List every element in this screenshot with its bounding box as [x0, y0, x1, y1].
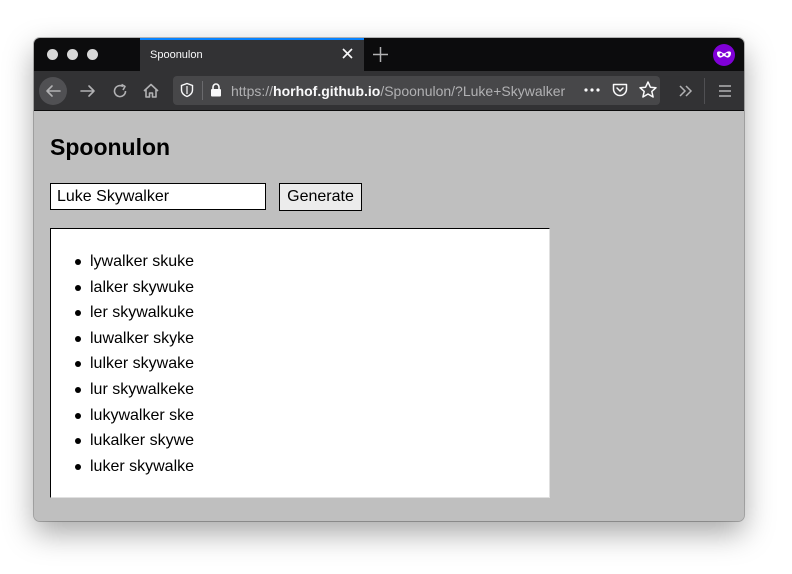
reload-icon[interactable]: [106, 77, 134, 105]
url-bar[interactable]: https://horhof.github.io/Spoonulon/?Luke…: [173, 76, 660, 105]
bookmark-star-icon[interactable]: [638, 80, 658, 100]
toolbar-divider: [704, 78, 705, 104]
back-arrow-icon[interactable]: [39, 77, 67, 105]
new-tab-plus-icon[interactable]: [372, 46, 389, 63]
result-item: ler skywalkuke: [51, 300, 194, 326]
url-text: https://horhof.github.io/Spoonulon/?Luke…: [231, 83, 565, 99]
result-item: luwalker skyke: [51, 326, 194, 352]
url-path: /Spoonulon/?Luke+Skywalker: [380, 83, 566, 99]
navigation-toolbar: https://horhof.github.io/Spoonulon/?Luke…: [34, 71, 744, 111]
urlbar-divider: [202, 81, 203, 100]
minimize-window-button[interactable]: [67, 49, 78, 60]
private-browsing-mask-icon: [713, 44, 735, 66]
result-item: lur skywalkeke: [51, 377, 194, 403]
title-bar: Spoonulon: [34, 38, 744, 71]
result-item: lukywalker ske: [51, 403, 194, 429]
name-input[interactable]: [50, 183, 266, 210]
result-item: luker skywalke: [51, 454, 194, 480]
results-box: lywalker skuke lalker skywuke ler skywal…: [50, 228, 550, 498]
close-icon[interactable]: [340, 46, 356, 62]
hamburger-menu-icon[interactable]: [711, 77, 739, 105]
zoom-window-button[interactable]: [87, 49, 98, 60]
browser-window: Spoonulon https://horhof.github.io/Spoon…: [34, 38, 744, 521]
page-title: Spoonulon: [50, 134, 171, 160]
forward-arrow-icon[interactable]: [74, 77, 102, 105]
results-list: lywalker skuke lalker skywuke ler skywal…: [51, 249, 194, 479]
page-content: Spoonulon Generate lywalker skuke lalker…: [34, 111, 744, 521]
close-window-button[interactable]: [47, 49, 58, 60]
result-item: lulker skywake: [51, 351, 194, 377]
generate-button[interactable]: Generate: [279, 183, 362, 211]
result-item: lywalker skuke: [51, 249, 194, 275]
url-scheme: https://: [231, 83, 274, 99]
tracking-protection-shield-icon[interactable]: [179, 82, 195, 98]
lock-icon[interactable]: [208, 82, 224, 98]
page-actions-menu-icon[interactable]: [583, 82, 601, 98]
result-item: lalker skywuke: [51, 275, 194, 301]
overflow-chevron-icon[interactable]: [671, 77, 699, 105]
pocket-icon[interactable]: [611, 81, 629, 99]
result-item: lukalker skywe: [51, 428, 194, 454]
tab-spoonulon[interactable]: Spoonulon: [140, 38, 364, 71]
home-icon[interactable]: [137, 77, 165, 105]
tab-title: Spoonulon: [150, 49, 203, 61]
url-host: horhof.github.io: [273, 83, 381, 99]
